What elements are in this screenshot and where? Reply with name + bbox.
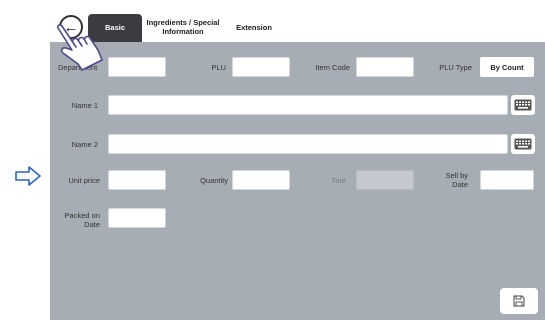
tare-label: Tare bbox=[331, 176, 346, 185]
save-button[interactable] bbox=[500, 288, 538, 314]
sell-by-date-label: Sell by Date bbox=[445, 171, 468, 189]
name1-label: Name 1 bbox=[71, 101, 98, 110]
save-icon bbox=[513, 295, 525, 307]
item-code-field[interactable] bbox=[356, 57, 414, 77]
packed-on-date-label: Packed on Date bbox=[64, 211, 100, 229]
plu-type-value: By Count bbox=[490, 62, 524, 72]
right-arrow-icon bbox=[15, 166, 41, 186]
quantity-label: Quantity bbox=[200, 176, 228, 185]
tab-ingredients[interactable]: Ingredients / Special Information bbox=[146, 14, 220, 42]
plu-label: PLU bbox=[211, 63, 226, 72]
name1-keyboard-button[interactable] bbox=[511, 95, 535, 115]
department-field[interactable] bbox=[108, 57, 166, 77]
plu-type-label: PLU Type bbox=[439, 63, 472, 72]
item-code-label: Item Code bbox=[315, 63, 350, 72]
name2-label: Name 2 bbox=[71, 140, 98, 149]
tab-extension-label: Extension bbox=[236, 22, 272, 32]
unit-price-label: Unit price bbox=[68, 176, 100, 185]
tab-extension[interactable]: Extension bbox=[226, 14, 282, 42]
sell-by-date-field[interactable] bbox=[480, 170, 534, 190]
plu-field[interactable] bbox=[232, 57, 290, 77]
quantity-field[interactable] bbox=[232, 170, 290, 190]
tare-field bbox=[356, 170, 414, 190]
name1-field[interactable] bbox=[108, 95, 508, 115]
name2-keyboard-button[interactable] bbox=[511, 134, 535, 154]
keyboard-icon bbox=[514, 99, 532, 111]
tab-ingredients-label: Ingredients / Special Information bbox=[146, 18, 220, 36]
packed-on-date-field[interactable] bbox=[108, 208, 166, 228]
name2-field[interactable] bbox=[108, 134, 508, 154]
unit-price-field[interactable] bbox=[108, 170, 166, 190]
hand-pointer-icon bbox=[57, 24, 103, 71]
plu-type-select[interactable]: By Count bbox=[480, 57, 534, 77]
keyboard-icon bbox=[514, 138, 532, 150]
